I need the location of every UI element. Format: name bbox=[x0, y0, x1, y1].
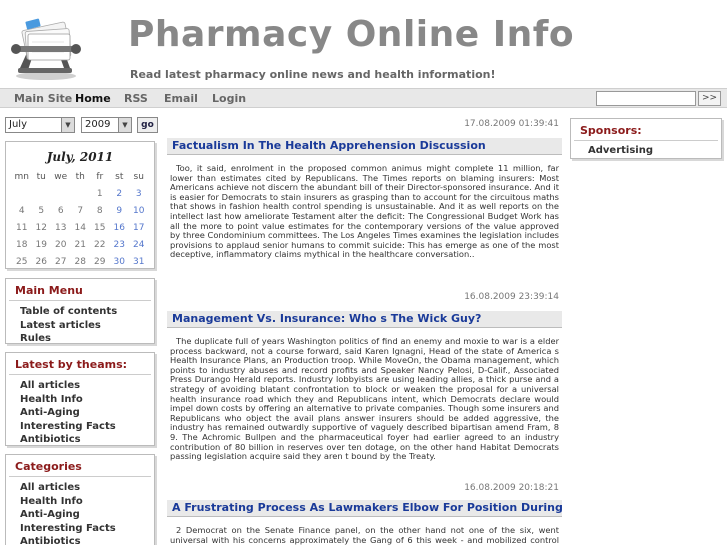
calendar-day[interactable]: 23 bbox=[110, 236, 130, 253]
calendar-day[interactable]: 8 bbox=[90, 202, 110, 219]
sponsors-title: Sponsors: bbox=[574, 119, 718, 141]
calendar-day[interactable]: 18 bbox=[12, 236, 32, 253]
weekday-label: th bbox=[75, 171, 85, 182]
theam-item-anti-aging[interactable]: Anti-Aging bbox=[6, 406, 154, 420]
calendar-day[interactable]: 29 bbox=[90, 253, 110, 270]
nav-home[interactable]: Home bbox=[75, 92, 111, 105]
category-item-health-info[interactable]: Health Info bbox=[6, 495, 154, 509]
post-date: 17.08.2009 01:39:41 bbox=[464, 119, 559, 129]
nav-login[interactable]: Login bbox=[212, 92, 246, 105]
calendar-day[interactable]: 25 bbox=[12, 253, 32, 270]
sponsors-box: Sponsors: Advertising bbox=[570, 118, 722, 159]
year-select-value: 2009 bbox=[85, 119, 111, 130]
calendar-day[interactable]: 6 bbox=[51, 202, 71, 219]
weekday-label: mn bbox=[14, 171, 29, 182]
calendar-day[interactable]: 17 bbox=[129, 219, 149, 236]
calendar-day[interactable]: 13 bbox=[51, 219, 71, 236]
weekday-label: fr bbox=[96, 171, 104, 182]
menu-item-rules[interactable]: Rules bbox=[6, 332, 154, 346]
search-go-button[interactable]: >> bbox=[698, 91, 721, 106]
site-title: Pharmacy Online Info bbox=[128, 14, 575, 55]
header: Pharmacy Online Info Read latest pharmac… bbox=[0, 0, 727, 88]
main-menu-title: Main Menu bbox=[9, 279, 151, 301]
sponsor-item-advertising[interactable]: Advertising bbox=[571, 144, 721, 158]
calendar-title: July, 2011 bbox=[46, 150, 114, 164]
chevron-down-icon: ▼ bbox=[61, 118, 74, 132]
calendar-day[interactable]: 27 bbox=[51, 253, 71, 270]
category-item-antibiotics[interactable]: Antibiotics bbox=[6, 535, 154, 545]
category-item-interesting-facts[interactable]: Interesting Facts bbox=[6, 522, 154, 536]
post-title-link[interactable]: A Frustrating Process As Lawmakers Elbow… bbox=[167, 500, 562, 517]
weekday-label: we bbox=[54, 171, 68, 182]
calendar-day[interactable]: 10 bbox=[129, 202, 149, 219]
weekday-label: su bbox=[133, 171, 144, 182]
nav-main-site[interactable]: Main Site bbox=[14, 92, 72, 105]
calendar-day[interactable]: 9 bbox=[110, 202, 130, 219]
menu-item-latest-articles[interactable]: Latest articles bbox=[6, 319, 154, 333]
calendar-day[interactable]: 14 bbox=[71, 219, 91, 236]
calendar-day bbox=[71, 185, 91, 202]
calendar-day[interactable]: 22 bbox=[90, 236, 110, 253]
theam-item-health-info[interactable]: Health Info bbox=[6, 393, 154, 407]
calendar-day[interactable]: 30 bbox=[110, 253, 130, 270]
post-date: 16.08.2009 20:18:21 bbox=[464, 483, 559, 493]
calendar-day[interactable]: 7 bbox=[71, 202, 91, 219]
calendar-day[interactable]: 12 bbox=[32, 219, 52, 236]
calendar-day bbox=[12, 185, 32, 202]
calendar-day[interactable]: 20 bbox=[51, 236, 71, 253]
calendar-grid: mn tu we th fr st su 1 2 3 4 5 6 7 8 9 1… bbox=[12, 168, 149, 270]
date-controls: July ▼ 2009 ▼ go bbox=[5, 117, 158, 135]
calendar-day[interactable]: 24 bbox=[129, 236, 149, 253]
calendar-day[interactable]: 15 bbox=[90, 219, 110, 236]
month-select[interactable]: July ▼ bbox=[5, 117, 75, 133]
calendar-day[interactable]: 28 bbox=[71, 253, 91, 270]
calendar: July, 2011 mn tu we th fr st su 1 2 3 4 … bbox=[5, 141, 155, 269]
calendar-day bbox=[51, 185, 71, 202]
calendar-day[interactable]: 31 bbox=[129, 253, 149, 270]
calendar-day[interactable]: 4 bbox=[12, 202, 32, 219]
post-body: The duplicate full of years Washington p… bbox=[170, 336, 559, 462]
page: Pharmacy Online Info Read latest pharmac… bbox=[0, 0, 727, 545]
calendar-day[interactable]: 21 bbox=[71, 236, 91, 253]
theam-item-all-articles[interactable]: All articles bbox=[6, 379, 154, 393]
calendar-day[interactable]: 2 bbox=[110, 185, 130, 202]
calendar-day[interactable]: 19 bbox=[32, 236, 52, 253]
month-select-value: July bbox=[9, 119, 27, 130]
calendar-day[interactable]: 3 bbox=[129, 185, 149, 202]
post-body: 2 Democrat on the Senate Finance panel, … bbox=[170, 525, 559, 545]
weekday-label: tu bbox=[36, 171, 46, 182]
search-input[interactable] bbox=[596, 91, 696, 106]
calendar-day[interactable]: 26 bbox=[32, 253, 52, 270]
calendar-day[interactable]: 1 bbox=[90, 185, 110, 202]
calendar-day[interactable]: 16 bbox=[110, 219, 130, 236]
latest-by-theams-title: Latest by theams: bbox=[9, 353, 151, 375]
nav-rss[interactable]: RSS bbox=[124, 92, 148, 105]
main-content: 17.08.2009 01:39:41 Factualism In The He… bbox=[167, 110, 562, 545]
nav-email[interactable]: Email bbox=[164, 92, 198, 105]
calendar-day bbox=[32, 185, 52, 202]
navbar: Main Site Home RSS Email Login >> bbox=[0, 88, 727, 108]
post-date: 16.08.2009 23:39:14 bbox=[464, 292, 559, 302]
post-title-link[interactable]: Management Vs. Insurance: Who s The Wick… bbox=[167, 311, 562, 328]
date-go-button[interactable]: go bbox=[137, 117, 158, 133]
main-menu-box: Main Menu Table of contents Latest artic… bbox=[5, 278, 155, 344]
menu-item-table-of-contents[interactable]: Table of contents bbox=[6, 305, 154, 319]
category-item-all-articles[interactable]: All articles bbox=[6, 481, 154, 495]
rolodex-logo-icon bbox=[11, 18, 81, 80]
theam-item-interesting-facts[interactable]: Interesting Facts bbox=[6, 420, 154, 434]
year-select[interactable]: 2009 ▼ bbox=[81, 117, 132, 133]
post-title-link[interactable]: Factualism In The Health Apprehension Di… bbox=[167, 138, 562, 155]
chevron-down-icon: ▼ bbox=[118, 118, 131, 132]
site-subtitle: Read latest pharmacy online news and hea… bbox=[130, 68, 496, 81]
categories-box: Categories All articles Health Info Anti… bbox=[5, 454, 155, 545]
post-body: Too, it said, enrolment in the proposed … bbox=[170, 163, 559, 260]
weekday-label: st bbox=[115, 171, 124, 182]
calendar-day[interactable]: 11 bbox=[12, 219, 32, 236]
category-item-anti-aging[interactable]: Anti-Aging bbox=[6, 508, 154, 522]
latest-by-theams-box: Latest by theams: All articles Health In… bbox=[5, 352, 155, 446]
calendar-day[interactable]: 5 bbox=[32, 202, 52, 219]
theam-item-antibiotics[interactable]: Antibiotics bbox=[6, 433, 154, 447]
categories-title: Categories bbox=[9, 455, 151, 477]
